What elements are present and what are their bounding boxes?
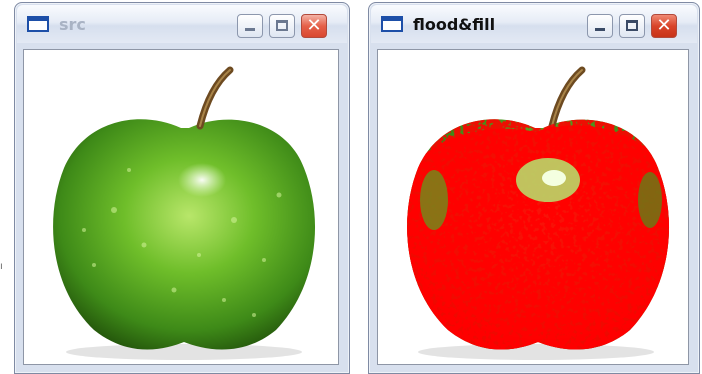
green-apple-image: [53, 66, 316, 360]
window-icon: [381, 16, 403, 32]
close-button[interactable]: ✕: [651, 14, 677, 38]
maximize-button[interactable]: [619, 14, 645, 38]
flood-fill-window: flood&fill ✕: [368, 2, 700, 374]
src-window: src ✕: [14, 2, 350, 374]
flood-filled-apple-image: [407, 66, 670, 360]
close-icon: ✕: [656, 15, 672, 36]
window-title: flood&fill: [413, 15, 496, 34]
window-icon: [27, 16, 49, 32]
window-title: src: [59, 15, 86, 34]
titlebar[interactable]: src ✕: [17, 5, 347, 43]
edge-glyph: ı: [0, 262, 3, 272]
image-canvas: [23, 49, 339, 365]
minimize-button[interactable]: [587, 14, 613, 38]
titlebar[interactable]: flood&fill ✕: [371, 5, 697, 43]
close-button[interactable]: ✕: [301, 14, 327, 38]
maximize-button[interactable]: [269, 14, 295, 38]
image-canvas: [377, 49, 689, 365]
close-icon: ✕: [306, 15, 322, 36]
minimize-button[interactable]: [237, 14, 263, 38]
